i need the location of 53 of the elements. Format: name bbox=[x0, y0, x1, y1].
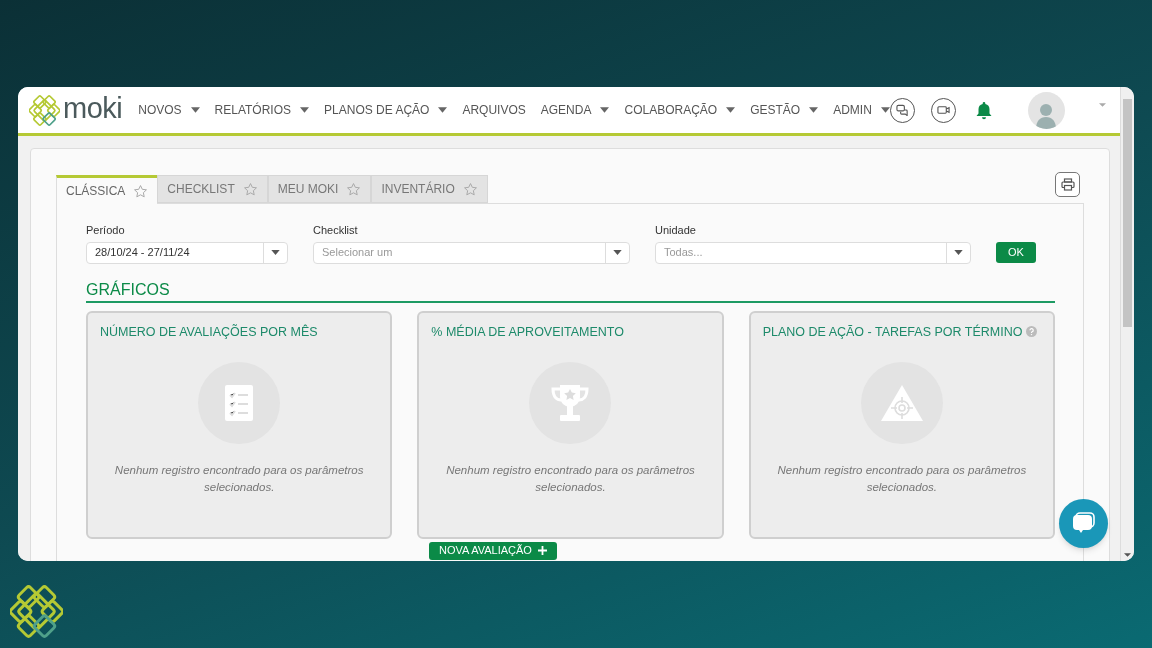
dropdown-field[interactable]: Selecionar um bbox=[313, 241, 630, 264]
video-camera-icon bbox=[936, 105, 950, 115]
caret-icon[interactable] bbox=[1098, 103, 1106, 107]
dropdown-input[interactable]: 28/10/24 - 27/11/24 bbox=[87, 242, 263, 263]
star-icon bbox=[133, 183, 149, 199]
nav-menu-item[interactable]: GESTÃO bbox=[750, 101, 819, 119]
dropdown-input[interactable]: Todas... bbox=[656, 242, 946, 263]
logo-mark-icon bbox=[10, 585, 63, 638]
bell-icon[interactable] bbox=[974, 100, 993, 120]
person-silhouette-icon bbox=[1035, 101, 1058, 129]
print-button[interactable] bbox=[1055, 172, 1080, 197]
chat-bubbles-icon bbox=[895, 104, 909, 116]
nav-menu-item[interactable]: NOVOS bbox=[138, 101, 200, 119]
printer-icon bbox=[1060, 178, 1075, 191]
card-title: PLANO DE AÇÃO - TAREFAS POR TÉRMINO bbox=[762, 323, 1023, 341]
dropdown-field[interactable]: Todas... bbox=[655, 241, 971, 264]
checklist-icon bbox=[223, 383, 256, 424]
scroll-down-arrow-icon[interactable] bbox=[1124, 553, 1131, 557]
empty-message: Nenhum registro encontrado para os parâmetros selecionados. bbox=[113, 463, 365, 496]
tab[interactable]: MEU MOKI bbox=[267, 175, 372, 203]
ok-button[interactable]: OK bbox=[996, 241, 1036, 263]
card-title: NÚMERO DE AVALIAÇÕES POR MÊS bbox=[100, 323, 318, 341]
logo-icon bbox=[29, 94, 60, 126]
star-icon bbox=[346, 181, 362, 197]
nav-menu-item[interactable]: PLANOS DE AÇÃO bbox=[324, 101, 448, 119]
field-label: Checklist bbox=[313, 223, 359, 238]
caret-icon bbox=[954, 250, 963, 255]
empty-message: Nenhum registro encontrado para os parâmetros selecionados. bbox=[776, 463, 1028, 496]
caret-icon bbox=[613, 250, 622, 255]
tab[interactable]: CLÁSSICA bbox=[56, 175, 158, 204]
warning-target-icon bbox=[878, 383, 925, 424]
tab[interactable]: CHECKLIST bbox=[157, 175, 268, 203]
dropdown-field[interactable]: 28/10/24 - 27/11/24 bbox=[86, 241, 288, 264]
section-title: GRÁFICOS bbox=[86, 279, 1055, 303]
dropdown-input[interactable]: Selecionar um bbox=[314, 242, 605, 263]
field-label: Período bbox=[86, 223, 126, 238]
brand-name: moki bbox=[63, 93, 123, 123]
caret-icon bbox=[271, 250, 280, 255]
tab[interactable]: INVENTÁRIO bbox=[371, 175, 488, 203]
field-label: Unidade bbox=[655, 223, 697, 238]
nav-menu-item[interactable]: RELATÓRIOS bbox=[214, 101, 310, 119]
star-icon bbox=[242, 181, 258, 197]
nav-menu-item[interactable]: COLABORAÇÃO bbox=[624, 101, 736, 119]
plus-icon bbox=[537, 546, 547, 555]
nav-menu-item[interactable]: AGENDA bbox=[540, 101, 610, 119]
scrollbar-thumb[interactable] bbox=[1123, 99, 1132, 327]
new-evaluation-button[interactable]: NOVA AVALIAÇÃO bbox=[429, 541, 557, 560]
empty-message: Nenhum registro encontrado para os parâmetros selecionados. bbox=[445, 463, 696, 496]
user-avatar[interactable] bbox=[1027, 91, 1065, 129]
nav-menu-item[interactable]: ARQUIVOS bbox=[462, 101, 526, 119]
star-icon bbox=[462, 181, 478, 197]
nav-menu-item[interactable]: ADMIN bbox=[833, 101, 890, 119]
card-title: % MÉDIA DE APROVEITAMENTO bbox=[431, 323, 624, 341]
